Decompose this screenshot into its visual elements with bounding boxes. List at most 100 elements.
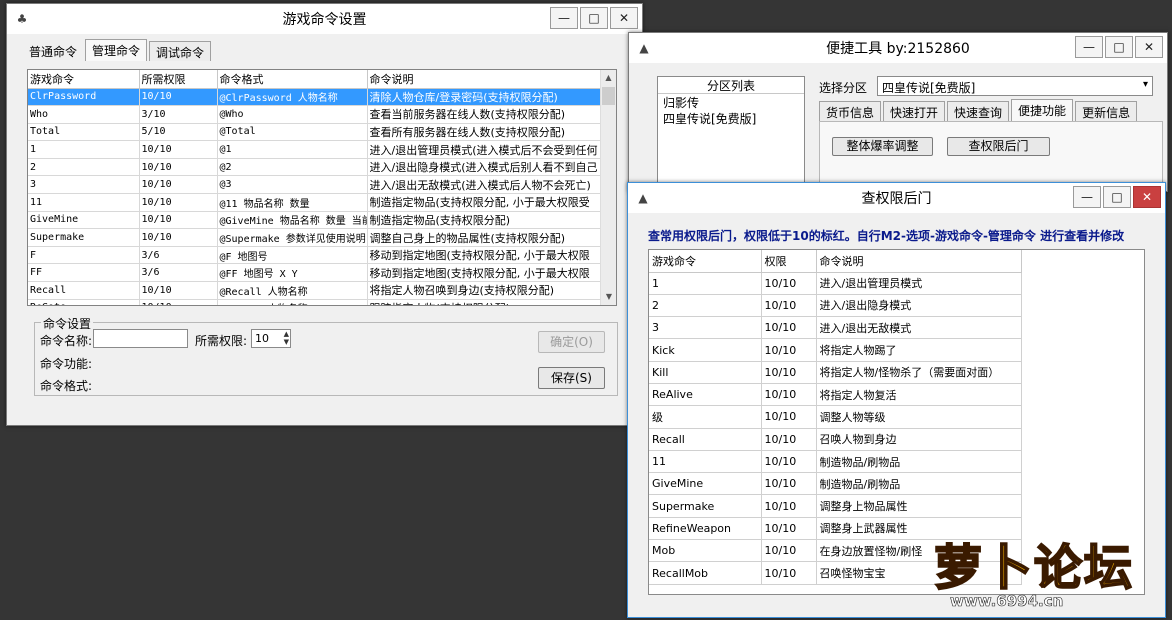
permission-label: 所需权限: xyxy=(195,334,248,348)
confirm-button[interactable]: 确定(O) xyxy=(538,331,605,353)
column-header-permission[interactable]: 所需权限 xyxy=(139,70,218,89)
permission-spinner[interactable]: 10 ▲ ▼ xyxy=(251,329,291,348)
table-row[interactable]: ReAlive 10/10 将指定人物复活 xyxy=(649,383,1022,407)
maximize-button[interactable]: □ xyxy=(580,7,608,29)
cell-permission: 3/6 xyxy=(139,263,218,283)
cell-command: Total xyxy=(28,123,140,142)
maximize-button[interactable]: □ xyxy=(1105,36,1133,58)
column-header-command[interactable]: 游戏命令 xyxy=(28,70,140,89)
maximize-button[interactable]: □ xyxy=(1103,186,1131,208)
partition-select[interactable]: 四皇传说[免费版] ▾ xyxy=(877,76,1153,96)
table-row[interactable]: F 3/6 @F 地图号 移动到指定地图(支持权限分配, 小于最大权限 xyxy=(28,246,602,265)
table-row[interactable]: Supermake 10/10 @Supermake 参数详见使用说明 调整自己身上的… xyxy=(28,228,602,247)
scroll-thumb[interactable] xyxy=(602,87,615,105)
cell-command: 3 xyxy=(28,175,140,195)
group-legend: 命令设置 xyxy=(41,315,94,332)
cell-permission: 10/10 xyxy=(761,405,817,429)
title-bar[interactable]: ▲ 便捷工具 by:2152860 — □ ✕ xyxy=(629,33,1167,63)
table-row[interactable]: Who 3/10 @Who 查看当前服务器在线人数(支持权限分配) xyxy=(28,105,602,124)
tab-admin-commands[interactable]: 管理命令 xyxy=(85,39,148,61)
cell-command: 级 xyxy=(649,405,762,429)
close-button[interactable]: ✕ xyxy=(610,7,638,29)
tab-convenience-functions[interactable]: 便捷功能 xyxy=(1011,99,1074,121)
table-row[interactable]: GiveMine 10/10 制造物品/刷物品 xyxy=(649,472,1022,496)
app-icon: ▲ xyxy=(639,41,649,55)
tab-quick-open[interactable]: 快速打开 xyxy=(883,101,946,121)
partition-list[interactable]: 分区列表 归影传 四皇传说[免费版] xyxy=(657,76,805,188)
partition-list-header[interactable]: 分区列表 xyxy=(658,77,804,94)
command-name-input[interactable] xyxy=(93,329,188,348)
minimize-button[interactable]: — xyxy=(1075,36,1103,58)
title-bar[interactable]: ▲ 查权限后门 — □ ✕ xyxy=(628,183,1165,213)
table-row[interactable]: 级 10/10 调整人物等级 xyxy=(649,405,1022,429)
table-row[interactable]: GiveMine 10/10 @GiveMine 物品名称 数量 当前 制造指定物品(… xyxy=(28,211,602,230)
command-list[interactable]: 游戏命令 所需权限 命令格式 命令说明 ClrPassword 10/10 @Clr… xyxy=(27,69,617,306)
table-row[interactable]: 2 10/10 进入/退出隐身模式 xyxy=(649,294,1022,318)
cell-description: 移动到指定地图(支持权限分配, 小于最大权限 xyxy=(367,263,602,283)
scroll-up-arrow[interactable]: ▲ xyxy=(601,70,616,86)
check-permission-backdoor-button[interactable]: 查权限后门 xyxy=(947,137,1050,156)
vertical-scrollbar[interactable]: ▲ ▼ xyxy=(600,70,616,305)
table-row[interactable]: ClrPassword 10/10 @ClrPassword 人物名称 清除人物仓库/… xyxy=(28,88,602,107)
cell-format: @Who xyxy=(217,105,368,124)
table-row[interactable]: 11 10/10 @11 物品名称 数量 制造指定物品(支持权限分配, 小于最大权限受 xyxy=(28,193,602,212)
minimize-button[interactable]: — xyxy=(550,7,578,29)
cell-permission: 10/10 xyxy=(761,494,817,518)
scroll-down-arrow[interactable]: ▼ xyxy=(601,289,616,305)
column-header-description[interactable]: 命令说明 xyxy=(816,250,1022,273)
cell-command: RefineWeapon xyxy=(649,517,762,541)
tab-normal-commands[interactable]: 普通命令 xyxy=(23,41,83,61)
cell-permission: 10/10 xyxy=(139,281,218,300)
close-button[interactable]: ✕ xyxy=(1135,36,1163,58)
tab-quick-query[interactable]: 快速查询 xyxy=(947,101,1010,121)
table-row[interactable]: Total 5/10 @Total 查看所有服务器在线人数(支持权限分配) xyxy=(28,123,602,142)
close-button[interactable]: ✕ xyxy=(1133,186,1161,208)
title-bar[interactable]: ♣ 游戏命令设置 — □ ✕ xyxy=(7,4,642,34)
save-button[interactable]: 保存(S) xyxy=(538,367,605,389)
cell-permission: 3/6 xyxy=(139,246,218,265)
table-row[interactable]: Kick 10/10 将指定人物踢了 xyxy=(649,338,1022,362)
tab-update-info[interactable]: 更新信息 xyxy=(1075,101,1138,121)
table-row[interactable]: 1 10/10 进入/退出管理员模式 xyxy=(649,272,1022,295)
table-row[interactable]: 3 10/10 @3 进入/退出无敌模式(进入模式后人物不会死亡) xyxy=(28,175,602,195)
column-header-format[interactable]: 命令格式 xyxy=(217,70,368,89)
cell-description: 制造指定物品(支持权限分配, 小于最大权限受 xyxy=(367,193,602,212)
window-title: 查权限后门 xyxy=(861,191,932,207)
table-row[interactable]: Recall 10/10 召唤人物到身边 xyxy=(649,428,1022,451)
table-row[interactable]: 11 10/10 制造物品/刷物品 xyxy=(649,450,1022,474)
table-row[interactable]: ReGoto10/10@ReGoto 人物名称跟踪指定人物(支持权限分配) xyxy=(28,299,602,305)
table-row[interactable]: 1 10/10 @1 进入/退出管理员模式(进入模式后不会受到任何 xyxy=(28,140,602,159)
table-row[interactable]: Kill 10/10 将指定人物/怪物杀了（需要面对面） xyxy=(649,361,1022,384)
table-row[interactable]: Supermake 10/10 调整身上物品属性 xyxy=(649,494,1022,518)
cell-permission: 10/10 xyxy=(139,88,218,107)
drop-rate-adjust-button[interactable]: 整体爆率调整 xyxy=(832,137,933,156)
cell-description: 移动到指定地图(支持权限分配, 小于最大权限 xyxy=(367,246,602,265)
cell-format: @FF 地图号 X Y xyxy=(217,263,368,283)
command-tabs: 普通命令 管理命令 调试命令 xyxy=(23,39,213,63)
spinner-arrows-icon[interactable]: ▲ ▼ xyxy=(284,330,289,346)
chevron-down-icon[interactable]: ▾ xyxy=(1143,79,1148,90)
partition-item[interactable]: 四皇传说[免费版] xyxy=(658,110,804,126)
cell-command: Kill xyxy=(649,361,762,384)
minimize-button[interactable]: — xyxy=(1073,186,1101,208)
column-header-description[interactable]: 命令说明 xyxy=(367,70,602,89)
column-header-permission[interactable]: 权限 xyxy=(761,250,817,273)
table-row[interactable]: Recall 10/10 @Recall 人物名称 将指定人物召唤到身边(支持权限分配… xyxy=(28,281,602,300)
cell-command: 1 xyxy=(649,272,762,295)
cell-description: 进入/退出无敌模式(进入模式后人物不会死亡) xyxy=(367,175,602,195)
table-row[interactable]: FF 3/6 @FF 地图号 X Y 移动到指定地图(支持权限分配, 小于最大权限 xyxy=(28,263,602,283)
app-icon: ♣ xyxy=(16,12,28,26)
column-header-command[interactable]: 游戏命令 xyxy=(649,250,762,273)
tab-currency-info[interactable]: 货币信息 xyxy=(819,101,882,121)
cell-permission: 10/10 xyxy=(139,193,218,212)
window-title: 游戏命令设置 xyxy=(282,12,367,28)
cell-description: 制造物品/刷物品 xyxy=(816,472,1022,496)
cell-description: 跟踪指定人物(支持权限分配) xyxy=(367,299,602,305)
cell-description: 进入/退出管理员模式 xyxy=(816,272,1022,295)
table-row[interactable]: 2 10/10 @2 进入/退出隐身模式(进入模式后别人看不到自己 xyxy=(28,158,602,177)
partition-item[interactable]: 归影传 xyxy=(658,94,804,110)
cell-permission: 10/10 xyxy=(761,272,817,295)
table-row[interactable]: 3 10/10 进入/退出无敌模式 xyxy=(649,316,1022,340)
tab-debug-commands[interactable]: 调试命令 xyxy=(149,41,212,61)
cell-command: 3 xyxy=(649,316,762,340)
